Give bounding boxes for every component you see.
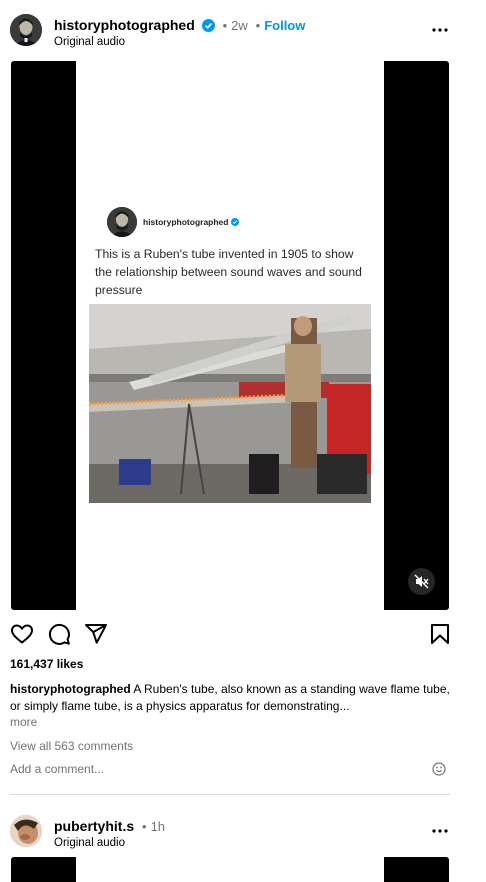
separator-dot: • <box>255 18 261 33</box>
caption-username[interactable]: historyphotographed <box>10 682 131 696</box>
user-avatar[interactable] <box>10 14 42 46</box>
rubens-tube-photo <box>89 304 371 503</box>
more-options-icon[interactable] <box>430 821 450 841</box>
follow-button[interactable]: Follow <box>264 18 305 33</box>
paper-plane-icon[interactable] <box>84 622 108 646</box>
more-options-icon[interactable] <box>430 20 450 40</box>
post-video[interactable]: historyphotographed This is a Ruben's tu… <box>11 61 449 610</box>
caption-more-link[interactable]: more <box>10 715 37 729</box>
user-avatar[interactable] <box>10 815 42 847</box>
post-divider <box>10 794 450 795</box>
likes-count[interactable]: 161,437 likes <box>10 657 83 671</box>
verified-badge-icon <box>230 217 239 227</box>
verified-badge-icon <box>201 19 215 35</box>
heart-icon[interactable] <box>10 622 34 646</box>
post-time[interactable]: 2w <box>231 18 248 33</box>
inner-avatar <box>107 207 137 237</box>
emoji-icon[interactable] <box>432 762 446 776</box>
post-time[interactable]: 1h <box>151 819 165 834</box>
inner-username: historyphotographed <box>143 217 229 227</box>
inner-caption: This is a Ruben's tube invented in 1905 … <box>95 247 362 297</box>
comment-icon[interactable] <box>47 622 71 646</box>
bookmark-icon[interactable] <box>428 622 452 646</box>
username-link[interactable]: historyphotographed <box>54 17 195 33</box>
separator-dot: • <box>142 819 147 834</box>
separator-dot: • <box>222 18 228 33</box>
post-video[interactable] <box>11 857 449 882</box>
video-frame: historyphotographed This is a Ruben's tu… <box>76 61 384 610</box>
add-comment-input[interactable]: Add a comment... <box>10 762 450 780</box>
audio-link[interactable]: Original audio <box>54 36 125 48</box>
view-comments-link[interactable]: View all 563 comments <box>10 739 133 753</box>
post-header: historyphotographed • 2w • Follow Original… <box>10 14 450 54</box>
post-actions <box>10 622 450 648</box>
speaker-muted-icon[interactable] <box>408 568 435 595</box>
username-link[interactable]: pubertyhit.s <box>54 818 134 834</box>
video-frame <box>76 857 384 882</box>
audio-link[interactable]: Original audio <box>54 837 125 849</box>
post-caption: historyphotographed A Ruben's tube, also… <box>10 681 454 715</box>
post-header: pubertyhit.s • 1h Original audio <box>10 815 450 855</box>
